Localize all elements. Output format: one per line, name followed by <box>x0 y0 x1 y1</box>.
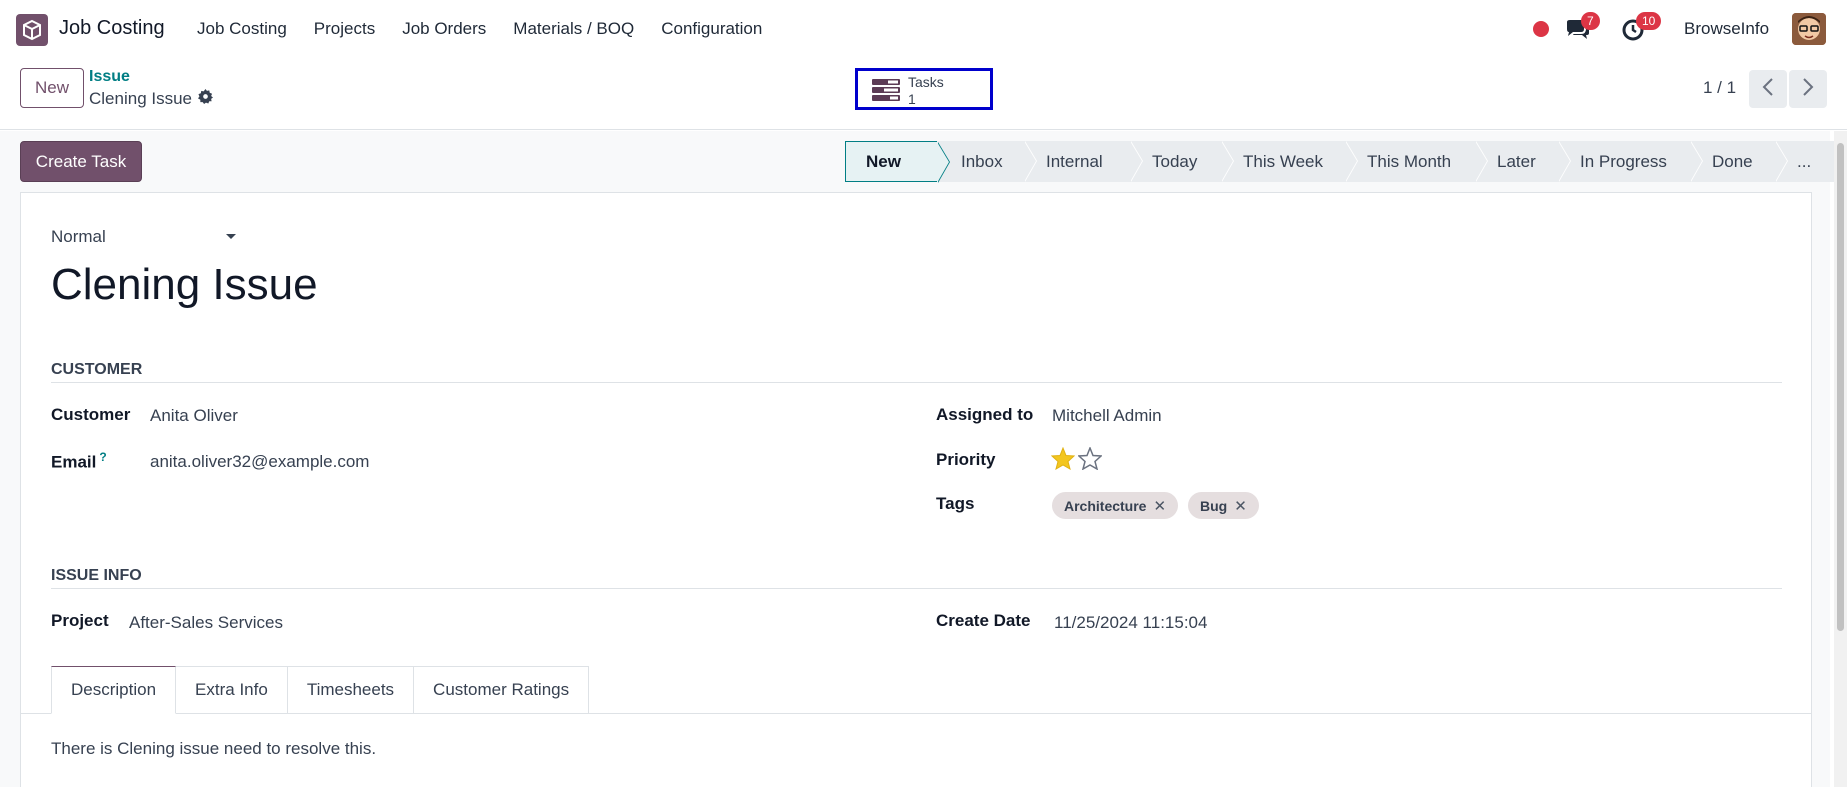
tab-extra-info[interactable]: Extra Info <box>176 666 288 714</box>
menu-item-projects[interactable]: Projects <box>314 19 375 39</box>
stage-label: Today <box>1152 151 1198 171</box>
description-text[interactable]: There is Clening issue need to resolve t… <box>51 739 376 759</box>
scrollbar-thumb[interactable] <box>1837 143 1844 631</box>
box-logo-icon[interactable] <box>16 14 48 46</box>
chevron-left-icon <box>1762 77 1774 101</box>
close-icon[interactable]: ✕ <box>1153 497 1166 515</box>
email-label-text: Email <box>51 452 97 472</box>
notebook-tabs: Description Extra Info Timesheets Custom… <box>51 666 590 714</box>
tags-label: Tags <box>936 494 975 513</box>
stage-label: ... <box>1797 151 1812 171</box>
customer-field[interactable]: Anita Oliver <box>150 406 238 426</box>
stage-inbox[interactable]: Inbox <box>937 141 1037 182</box>
caret-down-icon[interactable] <box>226 234 236 239</box>
pager-previous-button[interactable] <box>1749 70 1787 108</box>
stage-label: In Progress <box>1580 151 1667 171</box>
tasks-smart-button[interactable]: Tasks 1 <box>855 68 993 110</box>
stage-today[interactable]: Today <box>1130 141 1234 182</box>
stage-label: Inbox <box>961 151 1003 171</box>
stage-label: Done <box>1712 151 1753 171</box>
app-name[interactable]: Job Costing <box>59 17 165 40</box>
menu-item-configuration[interactable]: Configuration <box>661 19 762 39</box>
stage-statusbar: New Inbox Internal Today This Week This … <box>845 141 1835 183</box>
control-panel: New Issue Clening Issue Tasks 1 1 / 1 <box>0 58 1847 130</box>
tab-customer-ratings[interactable]: Customer Ratings <box>414 666 590 714</box>
breadcrumb-current: Clening Issue <box>89 89 214 109</box>
tab-timesheets[interactable]: Timesheets <box>287 666 415 714</box>
section-divider <box>51 382 1782 383</box>
star-empty-icon[interactable] <box>1077 445 1103 475</box>
stage-label: This Week <box>1243 151 1323 171</box>
help-icon[interactable]: ? <box>99 450 106 464</box>
stage-new[interactable]: New <box>845 141 950 183</box>
pager-next-button[interactable] <box>1789 70 1827 108</box>
pager-value[interactable]: 1 / 1 <box>1703 78 1736 98</box>
section-divider <box>51 588 1782 589</box>
stage-label: New <box>866 151 901 171</box>
star-filled-icon[interactable] <box>1050 446 1076 475</box>
menu-item-job-costing[interactable]: Job Costing <box>197 19 287 39</box>
chevron-right-icon <box>1802 77 1814 101</box>
customer-label: Customer <box>51 405 131 424</box>
gear-icon[interactable] <box>198 89 214 109</box>
priority-stars <box>1050 445 1103 475</box>
priority-label: Priority <box>936 450 996 469</box>
company-name[interactable]: BrowseInfo <box>1684 19 1769 39</box>
breadcrumb-parent[interactable]: Issue <box>89 68 130 86</box>
email-field[interactable]: anita.oliver32@example.com <box>150 452 369 472</box>
menu-item-materials-boq[interactable]: Materials / BOQ <box>513 19 634 39</box>
create-date-label: Create Date <box>936 611 1031 630</box>
assigned-to-label: Assigned to <box>936 405 1034 424</box>
new-button[interactable]: New <box>20 68 84 108</box>
stage-label: Internal <box>1046 151 1103 171</box>
user-avatar[interactable] <box>1792 13 1826 45</box>
stage-label: Later <box>1497 151 1536 171</box>
main-menu: Job Costing Projects Job Orders Material… <box>197 19 789 39</box>
tasks-label: Tasks <box>908 74 944 90</box>
project-label: Project <box>51 611 109 630</box>
vertical-scrollbar[interactable] <box>1834 131 1847 787</box>
stage-this-month[interactable]: This Month <box>1345 141 1488 182</box>
tab-description[interactable]: Description <box>51 666 177 714</box>
priority-select[interactable]: Normal <box>51 227 237 247</box>
assigned-to-field[interactable]: Mitchell Admin <box>1052 406 1162 426</box>
tag-label: Bug <box>1200 497 1228 514</box>
stage-label: This Month <box>1367 151 1452 171</box>
create-date-field[interactable]: 11/25/2024 11:15:04 <box>1054 613 1207 633</box>
menu-item-job-orders[interactable]: Job Orders <box>402 19 486 39</box>
status-dot-icon[interactable] <box>1533 21 1549 37</box>
stage-this-week[interactable]: This Week <box>1221 141 1358 182</box>
tag-label: Architecture <box>1064 497 1147 514</box>
close-icon[interactable]: ✕ <box>1234 497 1247 515</box>
create-task-button[interactable]: Create Task <box>20 141 142 182</box>
tasks-count: 1 <box>908 91 916 107</box>
stage-internal[interactable]: Internal <box>1024 141 1143 182</box>
project-field[interactable]: After-Sales Services <box>129 613 283 633</box>
section-customer-title: CUSTOMER <box>51 361 143 378</box>
top-navbar: Job Costing Job Costing Projects Job Ord… <box>0 0 1847 58</box>
tag-bug: Bug ✕ <box>1188 492 1259 519</box>
section-issue-info-title: ISSUE INFO <box>51 567 142 584</box>
breadcrumb-current-label: Clening Issue <box>89 89 193 108</box>
email-label: Email? <box>51 450 107 473</box>
tasks-icon <box>872 78 900 102</box>
record-title[interactable]: Clening Issue <box>51 260 318 310</box>
tag-architecture: Architecture ✕ <box>1052 492 1179 519</box>
messages-count-badge: 7 <box>1581 12 1600 30</box>
stage-in-progress[interactable]: In Progress <box>1558 141 1703 182</box>
activities-count-badge: 10 <box>1636 12 1662 30</box>
